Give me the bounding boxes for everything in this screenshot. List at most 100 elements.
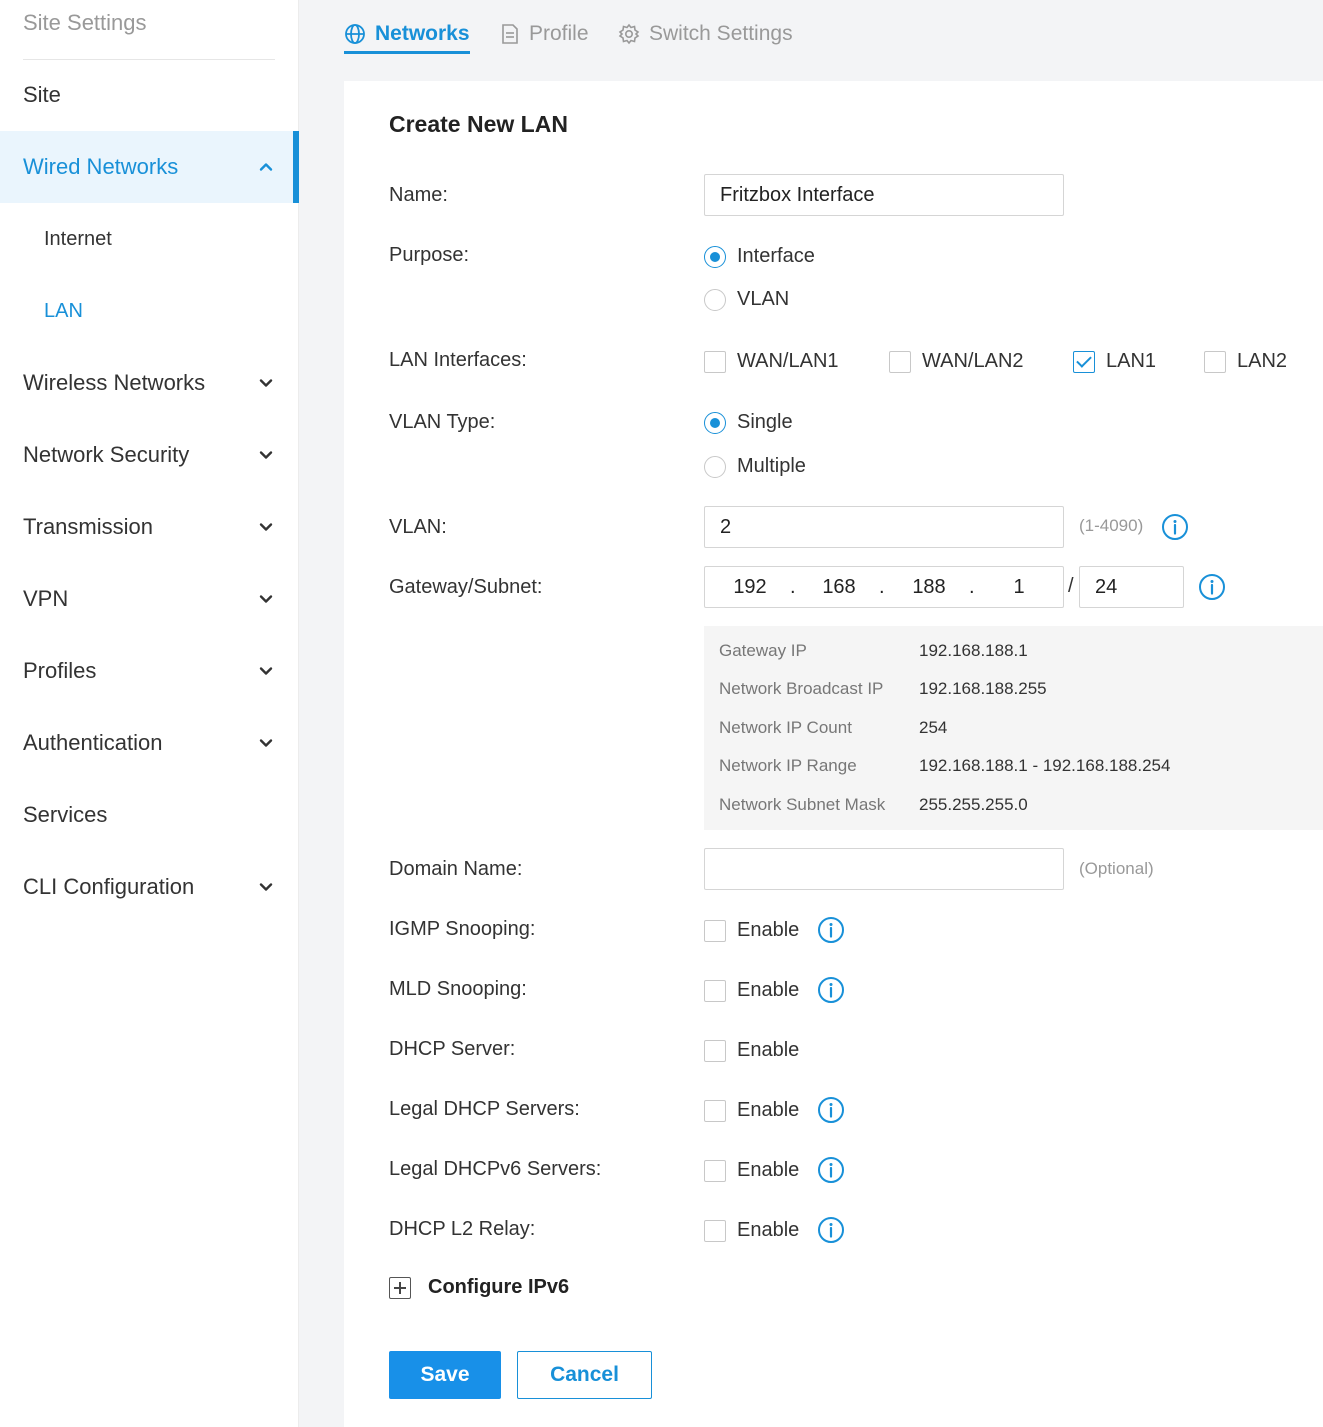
radio-label: Single: [737, 411, 793, 433]
radio-button[interactable]: [704, 455, 726, 478]
summary-value: 192.168.188.1 - 192.168.188.254: [919, 756, 1171, 775]
legal-dhcpv6-servers-checkbox[interactable]: Enable: [704, 1159, 799, 1182]
name-input[interactable]: Fritzbox Interface: [704, 174, 1064, 216]
checkbox-label: Enable: [737, 919, 800, 941]
expand-plus-icon[interactable]: [389, 1277, 411, 1299]
dhcp-l2-relay-checkbox[interactable]: Enable: [704, 1219, 799, 1242]
sidebar-item-label: Wired Networks: [23, 154, 179, 179]
sidebar-item-label: Profiles: [23, 658, 97, 683]
checkbox[interactable]: [704, 1159, 726, 1182]
tab-profile[interactable]: Profile: [500, 14, 589, 54]
checkbox[interactable]: [704, 1099, 726, 1122]
info-icon[interactable]: [817, 916, 845, 944]
ip-octet[interactable]: 192: [725, 576, 775, 599]
vlan-range-hint: (1-4090): [1079, 516, 1144, 535]
checkbox-label: WAN/LAN2: [922, 350, 1024, 372]
info-icon[interactable]: [817, 1216, 845, 1244]
subnet-mask-input[interactable]: 24: [1079, 566, 1184, 608]
sidebar-item-label: VPN: [23, 586, 69, 611]
ip-dot: .: [969, 576, 975, 598]
name-label: Name:: [389, 184, 448, 206]
tab-label: Networks: [375, 22, 470, 45]
tab-networks[interactable]: Networks: [344, 14, 470, 54]
checkbox[interactable]: [704, 1039, 726, 1062]
radio-button[interactable]: [704, 245, 726, 268]
info-icon[interactable]: [817, 976, 845, 1004]
info-icon[interactable]: [817, 1096, 845, 1124]
vlan-type-single-radio[interactable]: Single: [704, 411, 793, 434]
chevron-down-icon: [257, 518, 275, 536]
legal-dhcpv6-servers-label: Legal DHCPv6 Servers:: [389, 1158, 602, 1180]
sidebar: Site Settings Site Wired Networks Intern…: [0, 0, 299, 1427]
checkbox[interactable]: [1073, 350, 1095, 373]
info-icon[interactable]: [817, 1156, 845, 1184]
ip-octet[interactable]: 1: [994, 576, 1044, 599]
sidebar-item-wired-networks[interactable]: Wired Networks: [0, 131, 299, 203]
gateway-ip-input[interactable]: 192 . 168 . 188 . 1: [704, 566, 1064, 608]
sidebar-item-transmission[interactable]: Transmission: [0, 491, 299, 563]
igmp-snooping-checkbox[interactable]: Enable: [704, 919, 799, 942]
sidebar-item-vpn[interactable]: VPN: [0, 563, 299, 635]
domain-name-input[interactable]: [704, 848, 1064, 890]
sidebar-item-network-security[interactable]: Network Security: [0, 419, 299, 491]
checkbox-label: LAN2: [1237, 350, 1288, 372]
sidebar-item-label: Wireless Networks: [23, 370, 206, 395]
cancel-button[interactable]: Cancel: [517, 1351, 652, 1399]
purpose-interface-radio[interactable]: Interface: [704, 245, 815, 268]
ip-octet[interactable]: 188: [904, 576, 954, 599]
active-tab-indicator: [344, 51, 470, 54]
radio-label: Interface: [737, 245, 815, 267]
radio-label: Multiple: [737, 455, 806, 477]
chevron-down-icon: [257, 446, 275, 464]
vlan-type-multiple-radio[interactable]: Multiple: [704, 455, 806, 478]
summary-key: Network Subnet Mask: [719, 795, 886, 814]
checkbox-label: WAN/LAN1: [737, 350, 839, 372]
ip-dot: .: [879, 576, 885, 598]
sidebar-item-lan[interactable]: LAN: [0, 275, 299, 347]
checkbox[interactable]: [1204, 350, 1226, 373]
ip-octet[interactable]: 168: [814, 576, 864, 599]
checkbox-lan2[interactable]: LAN2: [1204, 350, 1287, 373]
globe-icon: [344, 23, 366, 45]
checkbox[interactable]: [889, 350, 911, 373]
sidebar-item-profiles[interactable]: Profiles: [0, 635, 299, 707]
checkbox[interactable]: [704, 979, 726, 1002]
sidebar-item-label: CLI Configuration: [23, 874, 195, 899]
checkbox-label: LAN1: [1106, 350, 1157, 372]
sidebar-item-cli-configuration[interactable]: CLI Configuration: [0, 851, 299, 923]
sidebar-item-services[interactable]: Services: [0, 779, 299, 851]
dhcp-l2-relay-label: DHCP L2 Relay:: [389, 1218, 536, 1240]
domain-name-label: Domain Name:: [389, 858, 523, 880]
checkbox[interactable]: [704, 350, 726, 373]
save-button[interactable]: Save: [389, 1351, 501, 1399]
configure-ipv6-toggle[interactable]: Configure IPv6: [428, 1276, 569, 1299]
legal-dhcp-servers-checkbox[interactable]: Enable: [704, 1099, 799, 1122]
checkbox-label: Enable: [737, 1219, 800, 1241]
dhcp-server-checkbox[interactable]: Enable: [704, 1039, 799, 1062]
checkbox-wan-lan1[interactable]: WAN/LAN1: [704, 350, 839, 373]
page-title: Create New LAN: [389, 111, 568, 137]
checkbox[interactable]: [704, 919, 726, 942]
purpose-vlan-radio[interactable]: VLAN: [704, 288, 789, 311]
sidebar-item-site[interactable]: Site: [0, 59, 299, 131]
info-icon[interactable]: [1161, 513, 1189, 541]
summary-key: Network Broadcast IP: [719, 679, 884, 698]
sidebar-item-label: Site: [23, 82, 61, 107]
sidebar-item-authentication[interactable]: Authentication: [0, 707, 299, 779]
summary-value: 255.255.255.0: [919, 795, 1028, 814]
checkbox-wan-lan2[interactable]: WAN/LAN2: [889, 350, 1024, 373]
vlan-input[interactable]: 2: [704, 506, 1064, 548]
info-icon[interactable]: [1198, 573, 1226, 601]
radio-button[interactable]: [704, 288, 726, 311]
summary-key: Network IP Range: [719, 756, 857, 775]
checkbox[interactable]: [704, 1219, 726, 1242]
mld-snooping-checkbox[interactable]: Enable: [704, 979, 799, 1002]
tab-switch-settings[interactable]: Switch Settings: [618, 14, 793, 54]
checkbox-lan1[interactable]: LAN1: [1073, 350, 1156, 373]
sidebar-item-wireless-networks[interactable]: Wireless Networks: [0, 347, 299, 419]
radio-button[interactable]: [704, 411, 726, 434]
summary-value: 254: [919, 718, 948, 737]
checkbox-label: Enable: [737, 979, 800, 1001]
sidebar-item-internet[interactable]: Internet: [0, 203, 299, 275]
chevron-down-icon: [257, 878, 275, 896]
